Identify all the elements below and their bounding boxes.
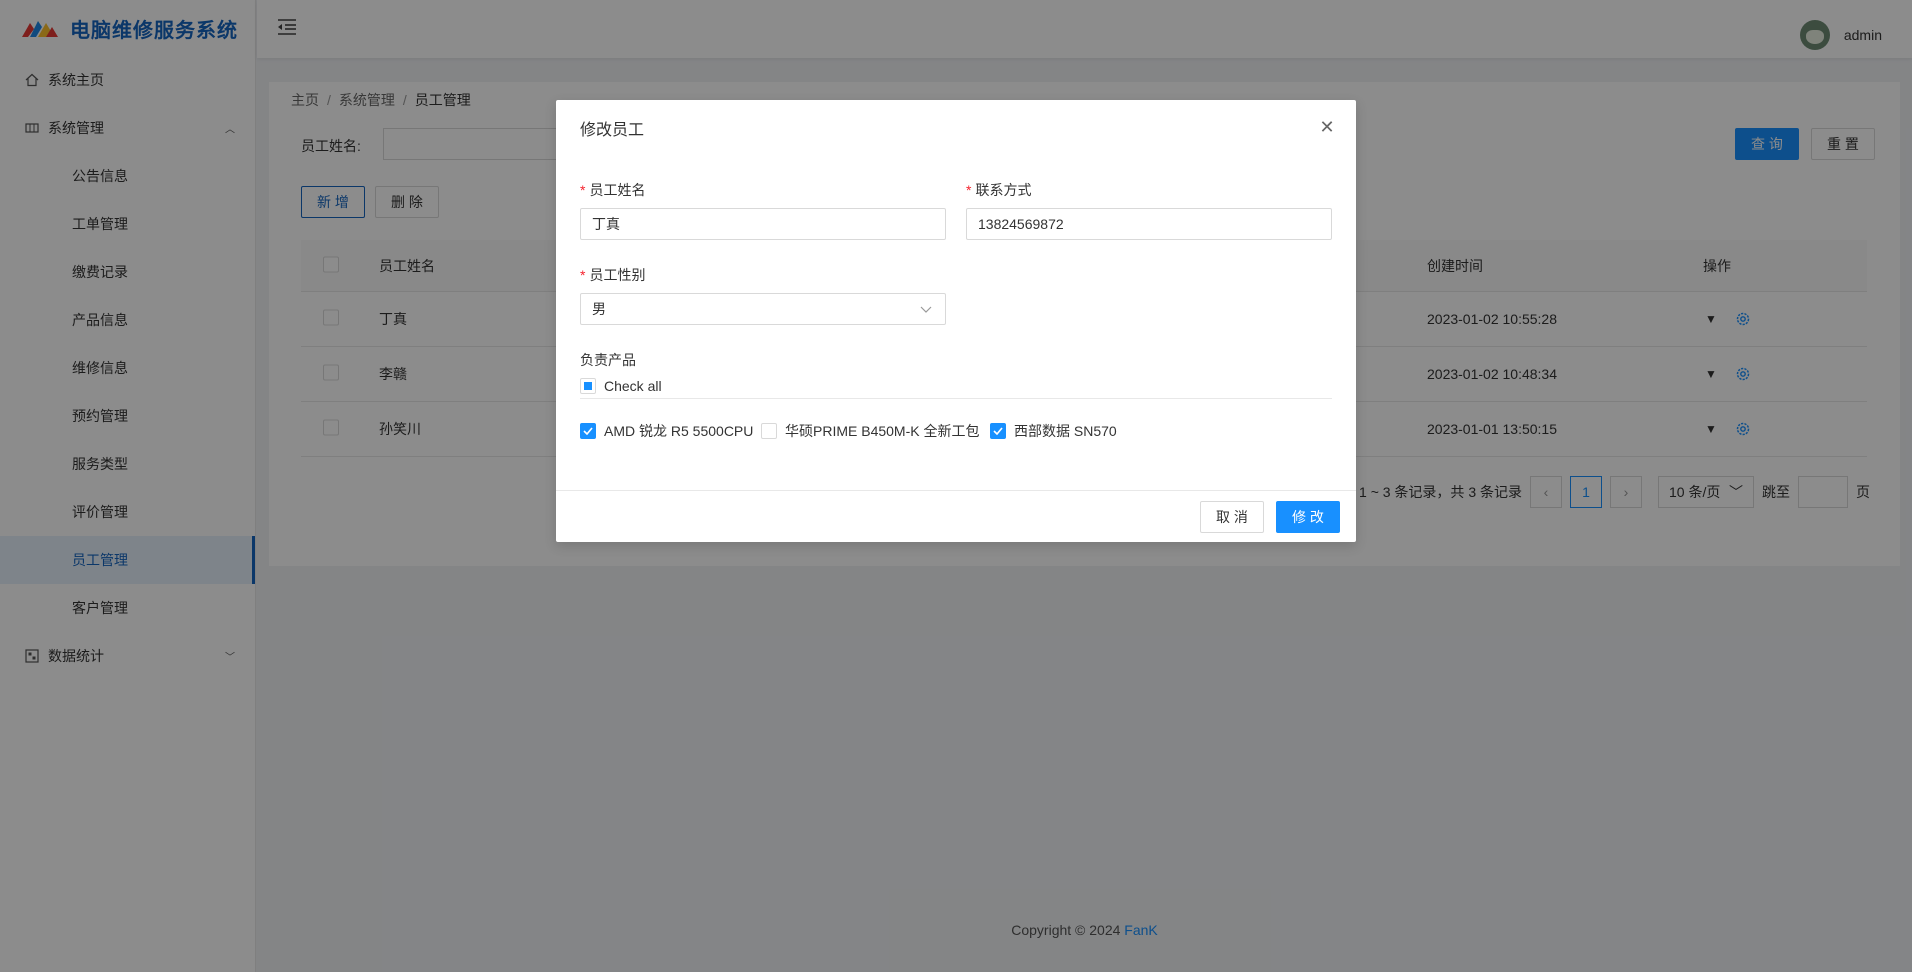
checkbox-unchecked-icon — [761, 423, 777, 439]
gender-select-value: 男 — [592, 301, 606, 317]
product-label: 西部数据 SN570 — [1014, 423, 1117, 439]
gender-field-label: * 员工性别 — [580, 265, 645, 285]
phone-field-label: * 联系方式 — [966, 180, 1031, 200]
required-mark: * — [580, 182, 586, 198]
divider — [580, 398, 1332, 399]
checkbox-checked-icon — [990, 423, 1006, 439]
product-checkbox-wd[interactable]: 西部数据 SN570 — [990, 421, 1117, 441]
product-checkbox-asus[interactable]: 华硕PRIME B450M-K 全新工包 — [761, 421, 979, 441]
product-checkbox-amd[interactable]: AMD 锐龙 R5 5500CPU — [580, 421, 753, 441]
gender-select[interactable]: 男 — [580, 293, 946, 325]
name-label-text: 员工姓名 — [589, 182, 646, 198]
phone-label-text: 联系方式 — [975, 182, 1032, 198]
modal-footer: 取 消 修 改 — [556, 490, 1356, 542]
name-field-label: * 员工姓名 — [580, 180, 645, 200]
chevron-down-icon — [920, 306, 932, 313]
close-icon[interactable]: ✕ — [1318, 118, 1336, 136]
products-field-label: 负责产品 — [580, 352, 636, 368]
phone-field[interactable]: 13824569872 — [966, 208, 1332, 240]
modal-header: 修改员工 — [556, 100, 1356, 156]
check-all-label: Check all — [604, 378, 662, 394]
submit-button[interactable]: 修 改 — [1276, 501, 1340, 533]
checkbox-indeterminate-icon — [580, 378, 596, 394]
product-label: 华硕PRIME B450M-K 全新工包 — [785, 423, 980, 439]
required-mark: * — [580, 267, 586, 283]
modal-title: 修改员工 — [580, 121, 645, 139]
edit-employee-modal: 修改员工 ✕ * 员工姓名 丁真 * 联系方式 13824569872 * 员工性别 … — [556, 100, 1356, 542]
checkbox-checked-icon — [580, 423, 596, 439]
name-field[interactable]: 丁真 — [580, 208, 946, 240]
check-all-checkbox[interactable]: Check all — [580, 378, 662, 394]
product-label: AMD 锐龙 R5 5500CPU — [604, 423, 754, 439]
gender-label-text: 员工性别 — [589, 267, 646, 283]
cancel-button[interactable]: 取 消 — [1200, 501, 1264, 533]
required-mark: * — [966, 182, 972, 198]
